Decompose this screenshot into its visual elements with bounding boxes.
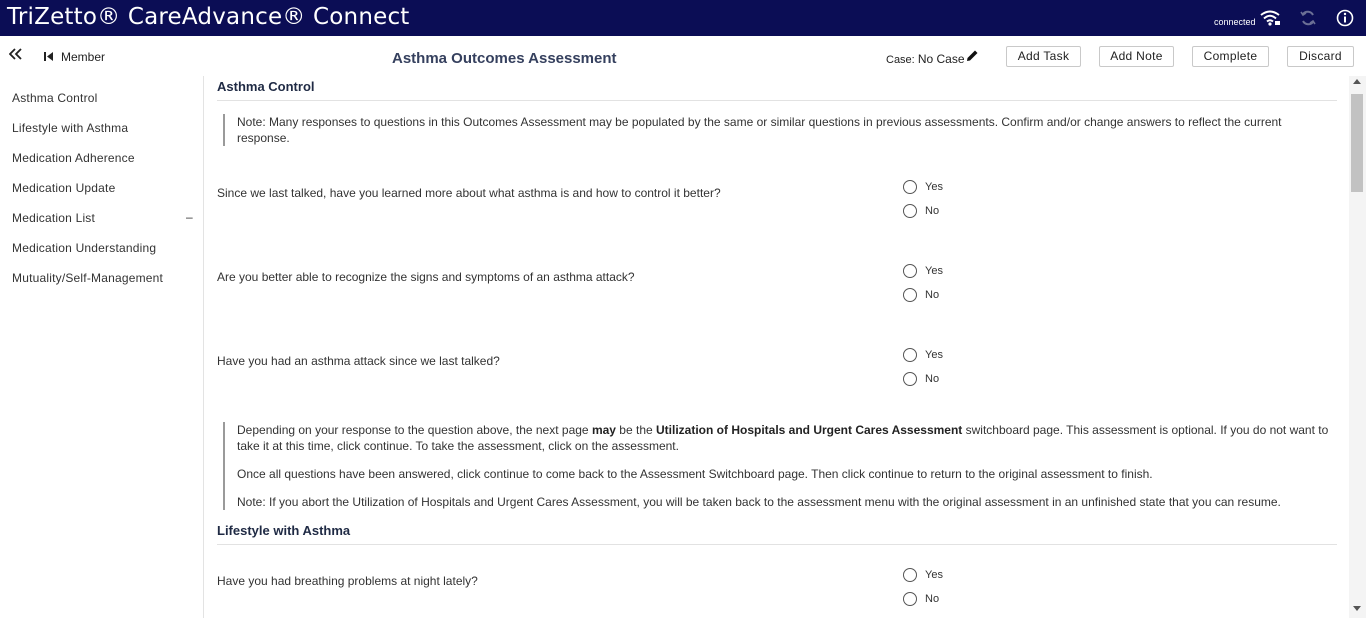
sidebar-item-mutuality[interactable]: Mutuality/Self-Management: [12, 271, 163, 285]
sidebar-item-medication-adherence[interactable]: Medication Adherence: [12, 151, 135, 165]
scroll-thumb[interactable]: [1351, 94, 1363, 192]
info-text: be the: [615, 423, 656, 437]
sidebar-item-lifestyle[interactable]: Lifestyle with Asthma: [12, 121, 128, 135]
discard-button[interactable]: Discard: [1287, 46, 1354, 67]
section-title: Lifestyle with Asthma: [217, 523, 351, 538]
sync-icon[interactable]: [1299, 9, 1317, 27]
question-text: Are you better able to recognize the sig…: [217, 270, 635, 284]
complete-button[interactable]: Complete: [1192, 46, 1269, 67]
section-divider: [217, 100, 1337, 101]
info-text: switchboard page. This assessment is opt…: [962, 423, 1329, 437]
sidebar-item-asthma-control[interactable]: Asthma Control: [12, 91, 98, 105]
question-text: Have you had breathing problems at night…: [217, 574, 478, 588]
radio-button[interactable]: [903, 288, 917, 302]
assessment-name: Utilization of Hospitals and Urgent Care…: [656, 423, 963, 437]
section-divider: [217, 544, 1337, 545]
toolbar: Member Asthma Outcomes Assessment Case: …: [0, 36, 1366, 76]
question-text: Have you had an asthma attack since we l…: [217, 354, 500, 368]
radio-label[interactable]: Yes: [925, 349, 943, 361]
radio-button[interactable]: [903, 568, 917, 582]
assessment-form: Asthma Control Note: Many responses to q…: [205, 76, 1348, 618]
radio-button[interactable]: [903, 264, 917, 278]
radio-label[interactable]: Yes: [925, 265, 943, 277]
section-title: Asthma Control: [217, 79, 315, 94]
info-paragraph: Depending on your response to the questi…: [237, 422, 1333, 438]
sidebar-item-medication-understanding[interactable]: Medication Understanding: [12, 241, 156, 255]
skip-back-icon[interactable]: [44, 52, 54, 61]
info-text: take it at this time, click continue. To…: [237, 439, 679, 453]
edit-case-icon[interactable]: [966, 49, 979, 62]
radio-label[interactable]: Yes: [925, 181, 943, 193]
case-indicator: Case: No Case: [886, 52, 965, 66]
info-icon[interactable]: [1336, 9, 1354, 27]
connection-status: connected: [1214, 17, 1256, 27]
info-paragraph: Note: If you abort the Utilization of Ho…: [237, 495, 1281, 509]
info-text: Depending on your response to the questi…: [237, 423, 592, 437]
radio-label[interactable]: No: [925, 205, 939, 217]
scroll-up-arrow-icon[interactable]: [1353, 79, 1361, 84]
add-task-button[interactable]: Add Task: [1006, 46, 1081, 67]
vertical-scrollbar[interactable]: [1349, 76, 1366, 618]
case-label: Case:: [886, 54, 915, 66]
radio-label[interactable]: No: [925, 593, 939, 605]
note-text: Note: Many responses to questions in thi…: [237, 115, 1282, 129]
sidebar-item-medication-list[interactable]: Medication List: [12, 211, 95, 225]
collapse-sidebar-icon[interactable]: [9, 48, 23, 60]
wifi-icon: [1260, 10, 1280, 26]
info-paragraph: Once all questions have been answered, c…: [237, 467, 1153, 481]
radio-label[interactable]: No: [925, 373, 939, 385]
radio-button[interactable]: [903, 204, 917, 218]
question-text: Since we last talked, have you learned m…: [217, 186, 721, 200]
app-title: TriZetto® CareAdvance® Connect: [7, 4, 410, 30]
collapse-toggle[interactable]: –: [186, 210, 193, 224]
radio-label[interactable]: Yes: [925, 569, 943, 581]
info-emphasis: may: [591, 423, 616, 437]
radio-label[interactable]: No: [925, 289, 939, 301]
section-nav: Asthma Control Lifestyle with Asthma Med…: [0, 76, 204, 618]
add-note-button[interactable]: Add Note: [1099, 46, 1174, 67]
note-callout: Note: Many responses to questions in thi…: [223, 114, 1323, 146]
sidebar-item-medication-update[interactable]: Medication Update: [12, 181, 115, 195]
scroll-down-arrow-icon[interactable]: [1353, 606, 1361, 611]
radio-button[interactable]: [903, 372, 917, 386]
member-link[interactable]: Member: [61, 50, 105, 64]
app-header: TriZetto® CareAdvance® Connect connected: [0, 0, 1366, 36]
case-value: No Case: [917, 52, 965, 66]
page-title: Asthma Outcomes Assessment: [392, 50, 617, 67]
radio-button[interactable]: [903, 180, 917, 194]
radio-button[interactable]: [903, 592, 917, 606]
info-callout: Depending on your response to the questi…: [223, 422, 1333, 510]
note-text: response.: [237, 131, 290, 145]
radio-button[interactable]: [903, 348, 917, 362]
